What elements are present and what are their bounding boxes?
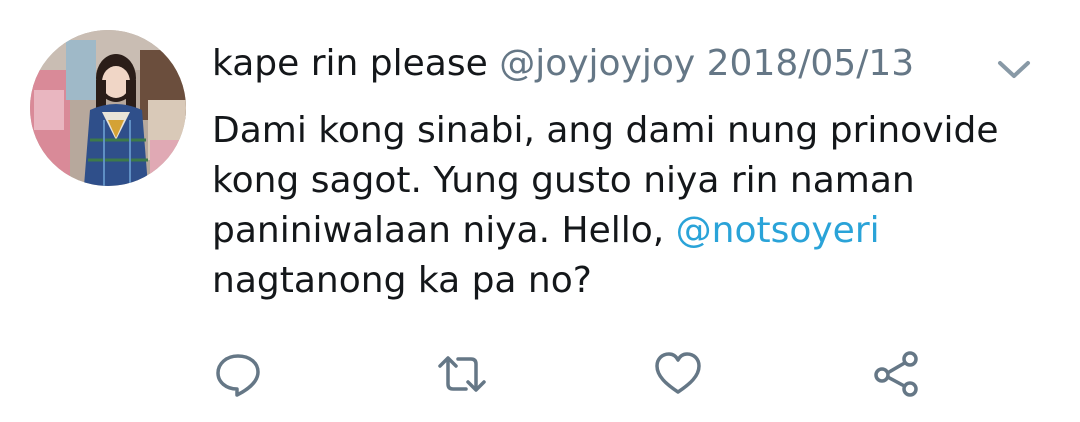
user-handle[interactable]: @joyjoyjoy (499, 43, 695, 84)
tweet-text-part-2: nagtanong ka pa no? (212, 260, 592, 301)
mention-link[interactable]: @notsoyeri (676, 210, 880, 251)
heart-icon (655, 352, 701, 394)
like-button[interactable] (652, 348, 704, 400)
chevron-down-icon[interactable] (994, 54, 1034, 84)
reply-button[interactable] (212, 348, 264, 400)
tweet-text: Dami kong sinabi, ang dami nung prinovid… (212, 106, 1052, 306)
reply-icon (216, 354, 260, 397)
avatar[interactable] (30, 30, 186, 186)
avatar-photo (30, 30, 186, 186)
display-name[interactable]: kape rin please (212, 43, 488, 84)
tweet-header: kape rin please @joyjoyjoy 2018/05/13 (212, 36, 914, 92)
share-button[interactable] (870, 348, 922, 400)
tweet-actions (0, 348, 1080, 408)
share-icon (874, 351, 918, 397)
tweet-date[interactable]: 2018/05/13 (707, 43, 915, 84)
tweet-text-part-1: Dami kong sinabi, ang dami nung prinovid… (212, 110, 999, 251)
retweet-icon (438, 356, 486, 392)
retweet-button[interactable] (436, 348, 488, 400)
